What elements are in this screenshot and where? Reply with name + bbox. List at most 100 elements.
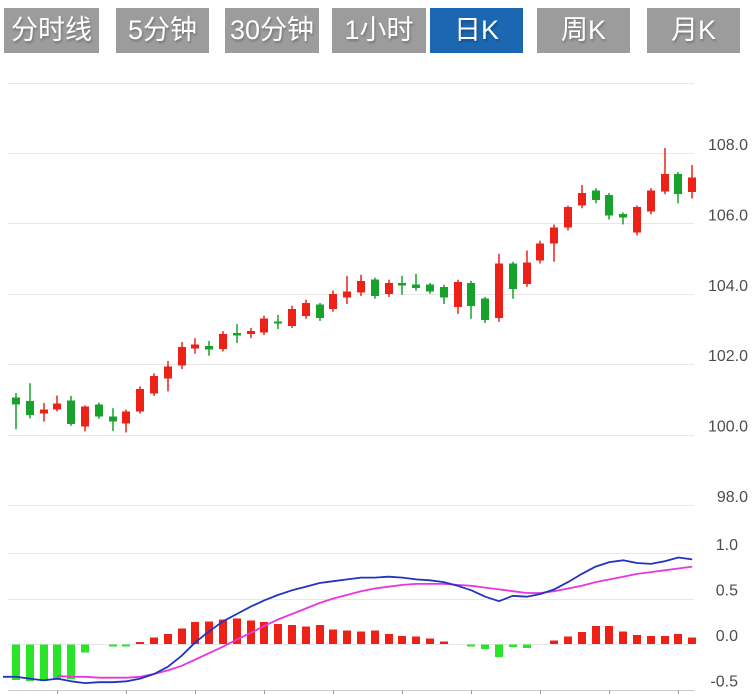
macd-histogram-bar — [26, 645, 34, 681]
macd-histogram-bar — [302, 627, 310, 644]
price-axis-label: 104.0 — [708, 278, 748, 295]
macd-histogram-bar — [67, 645, 75, 680]
macd-histogram-bar — [633, 635, 641, 644]
macd-lines — [3, 558, 692, 684]
candle-down — [592, 190, 600, 200]
macd-histogram-bar — [12, 645, 20, 680]
grid-layer — [8, 84, 694, 694]
axis-labels: 108.0106.0104.0102.0100.098.01.00.50.0-0… — [708, 137, 748, 691]
candle-up — [536, 243, 544, 260]
price-axis-label: 108.0 — [708, 137, 748, 154]
macd-histogram-bar — [40, 645, 48, 681]
candle-down — [398, 283, 406, 286]
macd-axis-label: 0.0 — [716, 628, 738, 645]
macd-histogram-bar — [661, 636, 669, 644]
macd-histogram-bar — [647, 636, 655, 644]
macd-histogram-bar — [412, 637, 420, 644]
macd-histogram-bar — [550, 640, 558, 644]
candle-down — [426, 285, 434, 292]
candle-up — [688, 177, 696, 192]
macd-histogram — [12, 619, 696, 681]
macd-histogram-bar — [509, 645, 517, 648]
candle-up — [647, 190, 655, 211]
candle-down — [205, 346, 213, 350]
candle-up — [164, 366, 172, 378]
macd-histogram-bar — [523, 645, 531, 649]
macd-histogram-bar — [371, 630, 379, 644]
macd-histogram-bar — [122, 645, 130, 647]
candle-up — [329, 294, 337, 309]
macd-histogram-bar — [398, 636, 406, 644]
dif-line — [3, 558, 692, 684]
macd-histogram-bar — [53, 645, 61, 680]
macd-histogram-bar — [385, 634, 393, 644]
macd-histogram-bar — [274, 624, 282, 644]
macd-histogram-bar — [440, 641, 448, 644]
candle-up — [302, 303, 310, 316]
macd-histogram-bar — [343, 630, 351, 644]
macd-histogram-bar — [605, 626, 613, 644]
price-axis-label: 98.0 — [717, 489, 748, 506]
candle-up — [288, 309, 296, 326]
candle-down — [605, 195, 613, 215]
candle-series — [12, 148, 696, 432]
candle-down — [95, 404, 103, 416]
candle-up — [178, 347, 186, 365]
candle-down — [440, 287, 448, 298]
candle-up — [495, 264, 503, 319]
candle-up — [247, 331, 255, 334]
candle-up — [260, 318, 268, 332]
candle-down — [467, 283, 475, 306]
candle-up — [550, 227, 558, 243]
candle-up — [191, 344, 199, 348]
macd-histogram-bar — [316, 625, 324, 644]
macd-histogram-bar — [357, 631, 365, 644]
candle-down — [274, 321, 282, 323]
candle-up — [343, 292, 351, 298]
macd-histogram-bar — [578, 632, 586, 644]
macd-histogram-bar — [426, 639, 434, 644]
dea-line — [57, 567, 692, 678]
candle-down — [109, 417, 117, 422]
macd-histogram-bar — [329, 629, 337, 644]
candle-up — [40, 409, 48, 413]
candle-down — [674, 174, 682, 194]
macd-histogram-bar — [288, 625, 296, 644]
macd-histogram-bar — [467, 645, 475, 647]
candle-up — [454, 282, 462, 307]
macd-histogram-bar — [564, 637, 572, 644]
candle-up — [357, 281, 365, 293]
candle-up — [578, 193, 586, 205]
candle-up — [219, 334, 227, 349]
macd-histogram-bar — [481, 645, 489, 650]
candle-up — [661, 174, 669, 191]
macd-histogram-bar — [178, 629, 186, 644]
candle-down — [12, 398, 20, 405]
macd-histogram-bar — [164, 634, 172, 644]
macd-histogram-bar — [619, 631, 627, 644]
candle-down — [509, 264, 517, 290]
macd-histogram-bar — [150, 638, 158, 644]
candle-down — [481, 299, 489, 320]
macd-axis-label: -0.5 — [710, 674, 738, 691]
price-axis-label: 100.0 — [708, 419, 748, 436]
macd-histogram-bar — [81, 645, 89, 653]
candle-up — [136, 389, 144, 411]
price-axis-label: 102.0 — [708, 348, 748, 365]
candle-up — [53, 403, 61, 409]
macd-histogram-bar — [688, 638, 696, 644]
candle-down — [67, 400, 75, 424]
candle-down — [316, 305, 324, 318]
candle-up — [81, 406, 89, 426]
candle-down — [233, 333, 241, 335]
candle-up — [564, 207, 572, 227]
macd-histogram-bar — [495, 645, 503, 658]
candle-down — [619, 214, 627, 217]
candle-up — [150, 376, 158, 393]
candle-down — [26, 401, 34, 415]
candle-down — [412, 285, 420, 288]
macd-histogram-bar — [592, 626, 600, 644]
candle-up — [122, 411, 130, 423]
kline-chart-canvas[interactable]: 108.0106.0104.0102.0100.098.01.00.50.0-0… — [0, 0, 755, 694]
macd-histogram-bar — [136, 642, 144, 644]
